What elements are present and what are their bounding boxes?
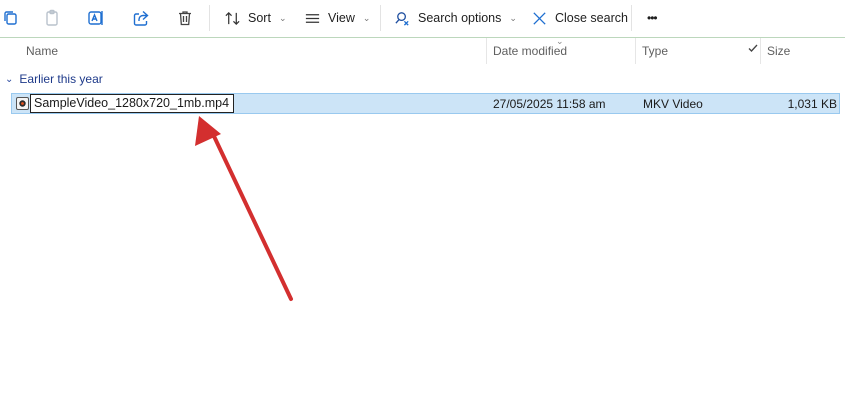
column-size[interactable]: Size (767, 44, 790, 58)
video-file-icon (16, 97, 29, 110)
file-date-modified: 27/05/2025 11:58 am (493, 97, 606, 111)
close-icon (533, 11, 546, 25)
column-header: Name ⌄ Date modified Type Size (0, 36, 845, 64)
group-header-earlier-this-year[interactable]: ⌄ Earlier this year (5, 72, 103, 86)
sort-button[interactable]: Sort ⌄ (224, 7, 286, 29)
paste-icon[interactable] (41, 7, 63, 29)
copy-icon[interactable] (0, 7, 22, 29)
command-bar: Sort ⌄ View ⌄ Search options ⌄ Close sea… (0, 0, 845, 37)
search-options-label: Search options (418, 11, 502, 25)
more-icon: ••• (647, 11, 658, 25)
share-icon[interactable] (130, 7, 152, 29)
file-row[interactable]: SampleVideo_1280x720_1mb.mp4 27/05/2025 … (11, 93, 840, 114)
rename-icon[interactable] (85, 7, 107, 29)
file-size: 1,031 KB (787, 97, 837, 111)
toolbar-separator (631, 5, 632, 31)
column-name[interactable]: Name (26, 44, 58, 58)
view-icon (305, 13, 320, 23)
checkmark-icon (747, 42, 759, 57)
toolbar-separator (380, 5, 381, 31)
search-options-icon (395, 11, 409, 26)
sort-label: Sort (248, 11, 271, 25)
column-separator[interactable] (760, 38, 761, 64)
search-options-button[interactable]: Search options ⌄ (394, 7, 517, 29)
group-label: Earlier this year (19, 72, 103, 86)
toolbar-separator (209, 5, 210, 31)
view-button[interactable]: View ⌄ (304, 7, 370, 29)
chevron-down-icon: ⌄ (362, 12, 371, 23)
column-separator[interactable] (486, 38, 487, 64)
view-label: View (328, 11, 355, 25)
column-date-modified[interactable]: Date modified (493, 44, 567, 58)
file-type: MKV Video (643, 97, 703, 111)
rename-field[interactable]: SampleVideo_1280x720_1mb.mp4 (30, 94, 234, 113)
chevron-down-icon[interactable]: ⌄ (5, 74, 13, 85)
sort-icon (225, 11, 240, 25)
more-options-button[interactable]: ••• (647, 7, 658, 29)
close-search-button[interactable]: Close search (531, 7, 628, 29)
column-separator[interactable] (635, 38, 636, 64)
delete-icon[interactable] (174, 7, 196, 29)
chevron-down-icon: ⌄ (509, 12, 517, 23)
close-search-label: Close search (555, 11, 628, 25)
column-type[interactable]: Type (642, 44, 668, 58)
chevron-down-icon: ⌄ (278, 12, 287, 23)
